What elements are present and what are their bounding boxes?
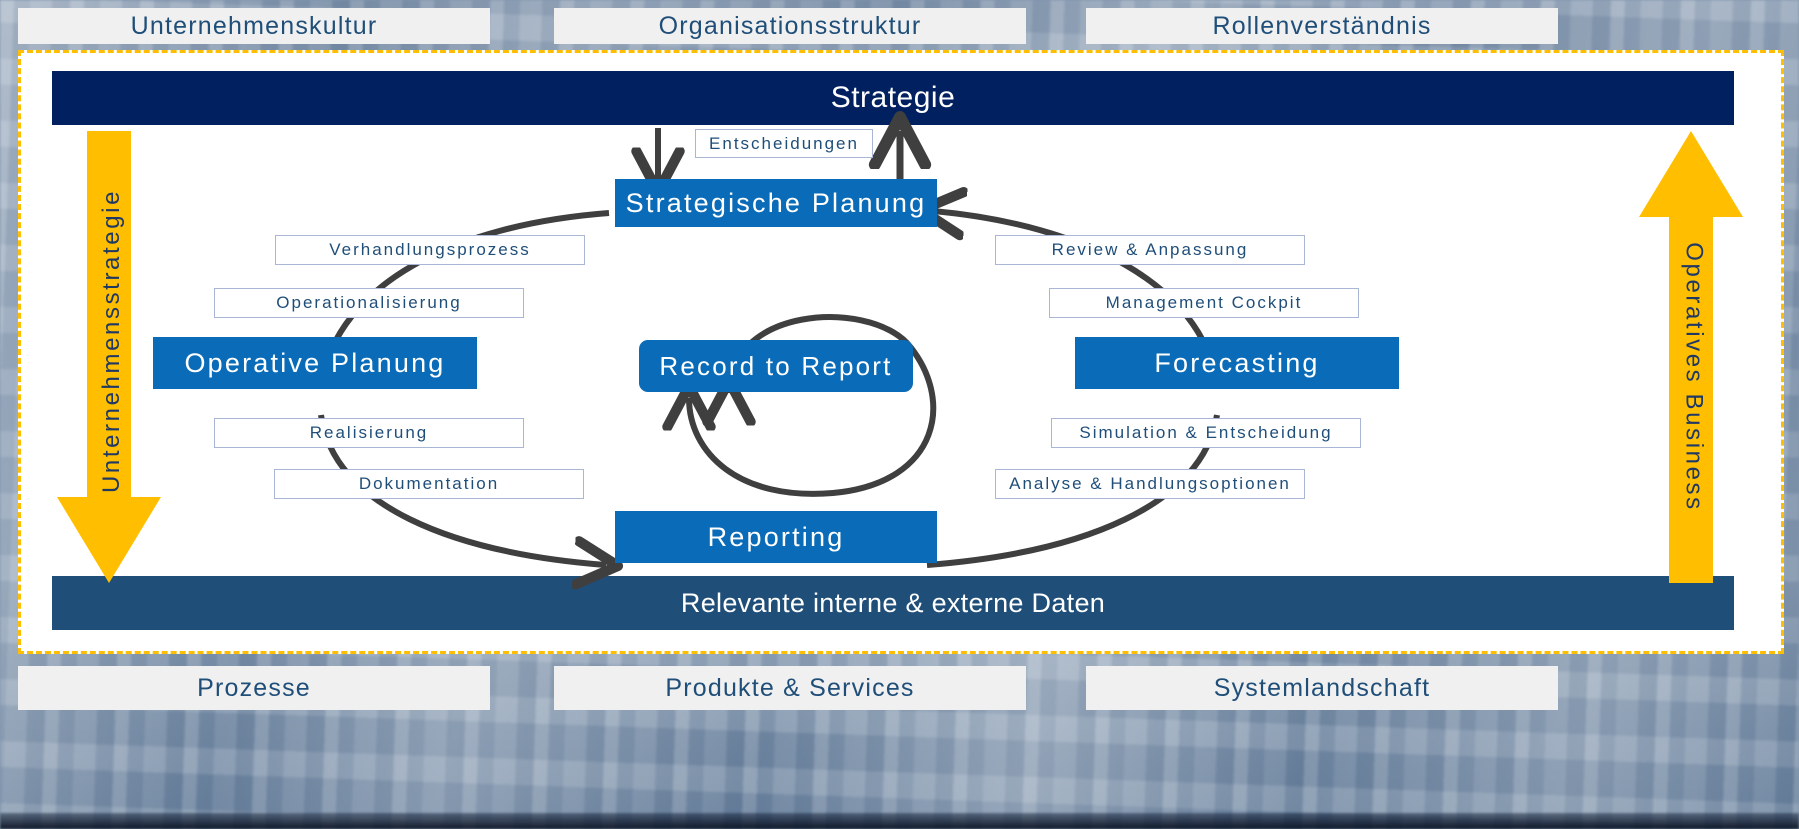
- left-strategy-arrow: Unternehmensstrategie: [57, 131, 161, 583]
- top-bar-rollenverstaendnis[interactable]: Rollenverständnis: [1086, 8, 1558, 44]
- caption-label: Dokumentation: [358, 474, 500, 493]
- strategie-header-bar: Strategie: [52, 71, 1734, 125]
- top-bar-organisationsstruktur[interactable]: Organisationsstruktur: [554, 8, 1026, 44]
- right-arrow-label: Operatives Business: [1680, 242, 1708, 512]
- caption-dokumentation[interactable]: Dokumentation: [274, 469, 584, 499]
- caption-label: Simulation & Entscheidung: [1079, 423, 1333, 442]
- top-bar-label: Organisationsstruktur: [658, 11, 922, 40]
- diagram-canvas: Strategie Relevante interne & externe Da…: [18, 50, 1784, 654]
- caption-verhandlungsprozess[interactable]: Verhandlungsprozess: [275, 235, 585, 265]
- top-bar-label: Unternehmenskultur: [130, 11, 378, 40]
- process-box-operative-planung[interactable]: Operative Planung: [153, 337, 477, 389]
- bottom-bar-systemlandschaft[interactable]: Systemlandschaft: [1086, 666, 1558, 710]
- background-bottom-shade: [0, 813, 1799, 829]
- caption-review-anpassung[interactable]: Review & Anpassung: [995, 235, 1305, 265]
- top-bar-unternehmenskultur[interactable]: Unternehmenskultur: [18, 8, 490, 44]
- strategie-label: Strategie: [830, 81, 956, 114]
- caption-management-cockpit[interactable]: Management Cockpit: [1049, 288, 1359, 318]
- caption-simulation-entscheidung[interactable]: Simulation & Entscheidung: [1051, 418, 1361, 448]
- left-arrow-label: Unternehmensstrategie: [98, 188, 125, 494]
- caption-analyse-handlungsoptionen[interactable]: Analyse & Handlungsoptionen: [995, 469, 1305, 499]
- caption-entscheidungen[interactable]: Entscheidungen: [695, 129, 873, 158]
- process-label: Operative Planung: [184, 347, 446, 378]
- bottom-bar-produkte-services[interactable]: Produkte & Services: [554, 666, 1026, 710]
- bottom-bar-label: Produkte & Services: [665, 673, 915, 702]
- caption-operationalisierung[interactable]: Operationalisierung: [214, 288, 524, 318]
- process-box-forecasting[interactable]: Forecasting: [1075, 337, 1399, 389]
- process-label: Reporting: [707, 521, 845, 552]
- caption-realisierung[interactable]: Realisierung: [214, 418, 524, 448]
- caption-label: Realisierung: [309, 423, 429, 442]
- caption-label: Entscheidungen: [709, 133, 859, 153]
- top-bar-label: Rollenverständnis: [1212, 11, 1432, 40]
- daten-label: Relevante interne & externe Daten: [680, 587, 1106, 618]
- caption-label: Verhandlungsprozess: [329, 240, 531, 259]
- bottom-bar-prozesse[interactable]: Prozesse: [18, 666, 490, 710]
- process-box-reporting[interactable]: Reporting: [615, 511, 937, 563]
- bottom-label-row: Prozesse Produkte & Services Systemlands…: [0, 666, 1799, 710]
- daten-footer-bar: Relevante interne & externe Daten: [52, 576, 1734, 630]
- top-label-row: Unternehmenskultur Organisationsstruktur…: [0, 8, 1799, 44]
- bottom-bar-label: Systemlandschaft: [1213, 673, 1431, 702]
- process-label: Record to Report: [659, 350, 893, 381]
- right-operations-arrow: Operatives Business: [1639, 131, 1743, 583]
- caption-label: Operationalisierung: [276, 293, 462, 312]
- process-box-strategische-planung[interactable]: Strategische Planung: [615, 179, 937, 227]
- caption-label: Management Cockpit: [1105, 293, 1303, 312]
- process-box-record-to-report[interactable]: Record to Report: [639, 340, 913, 392]
- process-label: Strategische Planung: [625, 187, 927, 218]
- process-label: Forecasting: [1154, 347, 1320, 378]
- caption-label: Review & Anpassung: [1051, 240, 1249, 259]
- caption-label: Analyse & Handlungsoptionen: [1009, 474, 1291, 493]
- bottom-bar-label: Prozesse: [197, 673, 311, 702]
